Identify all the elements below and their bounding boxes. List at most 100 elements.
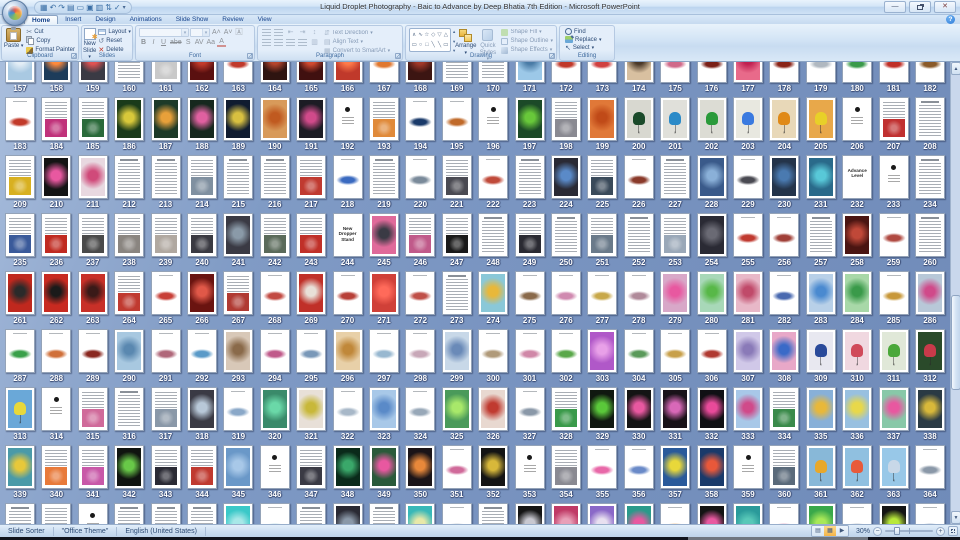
new-window-icon[interactable]: ▣	[86, 4, 94, 12]
slide-thumbnail[interactable]	[769, 213, 799, 257]
office-button[interactable]	[2, 0, 28, 26]
slide-thumbnail[interactable]	[915, 329, 945, 373]
slide-thumbnail[interactable]	[151, 445, 181, 489]
slide-thumbnail[interactable]	[405, 97, 435, 141]
slide-thumbnail[interactable]	[806, 271, 836, 315]
slide-thumbnail[interactable]	[806, 97, 836, 141]
slide-thumbnail[interactable]	[478, 155, 508, 199]
slide-thumbnail[interactable]	[806, 155, 836, 199]
slide-thumbnail[interactable]	[296, 271, 326, 315]
slide-thumbnail[interactable]	[296, 155, 326, 199]
slide-thumbnail[interactable]	[515, 155, 545, 199]
slide-thumbnail[interactable]	[78, 213, 108, 257]
justify-button[interactable]	[297, 38, 308, 47]
slide-thumbnail[interactable]	[587, 503, 617, 524]
slide-thumbnail[interactable]	[151, 503, 181, 524]
slide-thumbnail[interactable]	[442, 97, 472, 141]
slide-thumbnail[interactable]	[369, 155, 399, 199]
slide-thumbnail[interactable]	[624, 445, 654, 489]
slide-thumbnail[interactable]	[114, 213, 144, 257]
slide-thumbnail[interactable]	[41, 97, 71, 141]
slide-thumbnail[interactable]	[478, 503, 508, 524]
redo-icon[interactable]: ↷	[58, 4, 65, 12]
slide-thumbnail[interactable]	[442, 62, 472, 83]
slide-thumbnail[interactable]	[733, 271, 763, 315]
tab-animations[interactable]: Animations	[123, 15, 169, 24]
slide-thumbnail[interactable]	[223, 62, 253, 83]
slide-thumbnail[interactable]	[333, 62, 363, 83]
scroll-up-arrow[interactable]: ▲	[951, 62, 960, 75]
slide-thumbnail[interactable]	[915, 503, 945, 524]
slide-thumbnail[interactable]	[442, 445, 472, 489]
slide-thumbnail[interactable]	[405, 503, 435, 524]
paragraph-dialog-launcher[interactable]: ◿	[395, 53, 401, 59]
slide-thumbnail[interactable]	[260, 62, 290, 83]
slide-thumbnail[interactable]	[697, 62, 727, 83]
slide-thumbnail[interactable]	[442, 503, 472, 524]
line-spacing-button[interactable]: ↕	[309, 28, 320, 37]
slide-thumbnail[interactable]	[697, 155, 727, 199]
zoom-in-button[interactable]: +	[936, 527, 945, 536]
slide-thumbnail[interactable]	[915, 155, 945, 199]
slide-thumbnail[interactable]	[187, 329, 217, 373]
slide-thumbnail[interactable]	[587, 213, 617, 257]
slide-thumbnail[interactable]	[733, 503, 763, 524]
slide-thumbnail[interactable]	[624, 329, 654, 373]
slide-thumbnail[interactable]	[551, 155, 581, 199]
slide-thumbnail[interactable]	[187, 271, 217, 315]
slide-thumbnail[interactable]	[842, 97, 872, 141]
tab-home[interactable]: Home	[24, 15, 58, 24]
slide-thumbnail[interactable]	[697, 329, 727, 373]
sort-icon[interactable]: ⇅	[105, 4, 112, 12]
tab-design[interactable]: Design	[88, 15, 122, 24]
slide-thumbnail[interactable]	[41, 503, 71, 524]
slide-thumbnail[interactable]	[769, 445, 799, 489]
slide-thumbnail[interactable]	[915, 213, 945, 257]
underline-button[interactable]: U	[159, 38, 168, 47]
slide-thumbnail[interactable]	[587, 445, 617, 489]
slide-thumbnail[interactable]	[260, 445, 290, 489]
bold-button[interactable]: B	[139, 38, 148, 47]
slide-thumbnail[interactable]	[5, 155, 35, 199]
shape-glyph[interactable]: ○	[419, 42, 422, 48]
shrink-font-button[interactable]: A˅	[223, 28, 234, 37]
shape-glyph[interactable]: ╲	[438, 42, 441, 48]
slide-thumbnail[interactable]	[769, 503, 799, 524]
slide-thumbnail[interactable]	[478, 213, 508, 257]
scrollbar-thumb[interactable]	[951, 295, 960, 390]
find-button[interactable]: Find	[563, 28, 588, 35]
slide-thumbnail[interactable]	[660, 97, 690, 141]
slide-thumbnail[interactable]	[114, 445, 144, 489]
slide-thumbnail[interactable]	[78, 155, 108, 199]
slide-thumbnail[interactable]	[769, 271, 799, 315]
undo-icon[interactable]: ↶	[50, 4, 57, 12]
slide-thumbnail[interactable]	[733, 445, 763, 489]
slide-thumbnail[interactable]	[806, 387, 836, 431]
slide-thumbnail[interactable]	[733, 213, 763, 257]
shape-fill-button[interactable]: Shape Fill▾	[499, 28, 555, 36]
slide-thumbnail[interactable]	[879, 155, 909, 199]
shape-glyph[interactable]: □	[425, 42, 428, 48]
zoom-slider-handle[interactable]	[894, 527, 900, 535]
slide-thumbnail[interactable]	[915, 97, 945, 141]
slide-thumbnail[interactable]	[733, 97, 763, 141]
slide-thumbnail[interactable]	[114, 62, 144, 83]
slide-thumbnail[interactable]	[5, 387, 35, 431]
slide-thumbnail[interactable]	[551, 213, 581, 257]
slide-thumbnail[interactable]	[223, 271, 253, 315]
normal-view-button[interactable]: ▤	[812, 526, 824, 536]
tab-slide-show[interactable]: Slide Show	[169, 15, 216, 24]
slide-thumbnail[interactable]	[260, 97, 290, 141]
slide-thumbnail[interactable]	[478, 329, 508, 373]
slide-thumbnail[interactable]	[78, 329, 108, 373]
slide-thumbnail[interactable]	[333, 445, 363, 489]
decrease-indent-button[interactable]: ⇤	[285, 28, 296, 37]
slide-thumbnail[interactable]	[5, 445, 35, 489]
slide-thumbnail[interactable]	[442, 213, 472, 257]
slide-thumbnail[interactable]	[442, 387, 472, 431]
slide-thumbnail[interactable]	[551, 387, 581, 431]
slide-thumbnail[interactable]	[260, 213, 290, 257]
slide-thumbnail[interactable]	[260, 329, 290, 373]
slide-thumbnail[interactable]	[187, 503, 217, 524]
slide-thumbnail[interactable]	[114, 155, 144, 199]
